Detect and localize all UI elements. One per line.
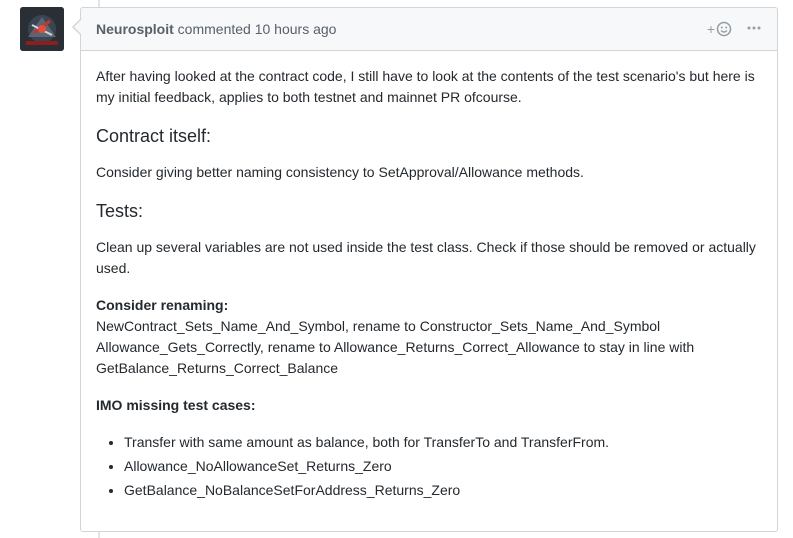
comment-box: Neurosploit commented 10 hours ago + Aft… — [72, 7, 778, 532]
kebab-horizontal-icon — [747, 26, 761, 30]
tests-paragraph: Clean up several variables are not used … — [96, 239, 756, 276]
missing-title: IMO missing test cases: — [96, 397, 256, 413]
renaming-title: Consider renaming: — [96, 297, 229, 313]
comment-meta: Neurosploit commented 10 hours ago — [96, 21, 707, 37]
contract-paragraph: Consider giving better naming consistenc… — [96, 164, 584, 180]
comment-header: Neurosploit commented 10 hours ago + — [81, 8, 777, 51]
add-reaction-button[interactable]: + — [707, 21, 732, 37]
comment-action: commented — [177, 21, 251, 37]
missing-cases-list: Transfer with same amount as balance, bo… — [96, 432, 762, 501]
intro-paragraph: After having looked at the contract code… — [96, 68, 755, 105]
list-item: Transfer with same amount as balance, bo… — [124, 432, 762, 453]
comment-timestamp[interactable]: 10 hours ago — [255, 21, 337, 37]
comment-body: After having looked at the contract code… — [81, 51, 777, 501]
more-options-button[interactable] — [746, 20, 762, 38]
missing-title-paragraph: IMO missing test cases: — [96, 395, 762, 416]
tests-heading: Tests: — [96, 201, 144, 221]
header-actions: + — [707, 20, 762, 38]
contract-heading: Contract itself: — [96, 126, 212, 146]
author-link[interactable]: Neurosploit — [96, 21, 174, 37]
list-item: Allowance_NoAllowanceSet_Returns_Zero — [124, 456, 762, 477]
smiley-icon — [716, 21, 732, 37]
reaction-plus: + — [706, 21, 715, 37]
avatar-image — [20, 7, 64, 51]
renaming-line: GetBalance_Returns_Correct_Balance — [96, 360, 339, 376]
comment-caret-inner — [74, 20, 81, 34]
list-item: GetBalance_NoBalanceSetForAddress_Return… — [124, 480, 762, 501]
avatar[interactable] — [20, 7, 64, 51]
renaming-line: Allowance_Gets_Correctly, rename to Allo… — [96, 339, 695, 355]
renaming-paragraph: Consider renaming: NewContract_Sets_Name… — [96, 295, 762, 379]
renaming-line: NewContract_Sets_Name_And_Symbol, rename… — [96, 318, 661, 334]
